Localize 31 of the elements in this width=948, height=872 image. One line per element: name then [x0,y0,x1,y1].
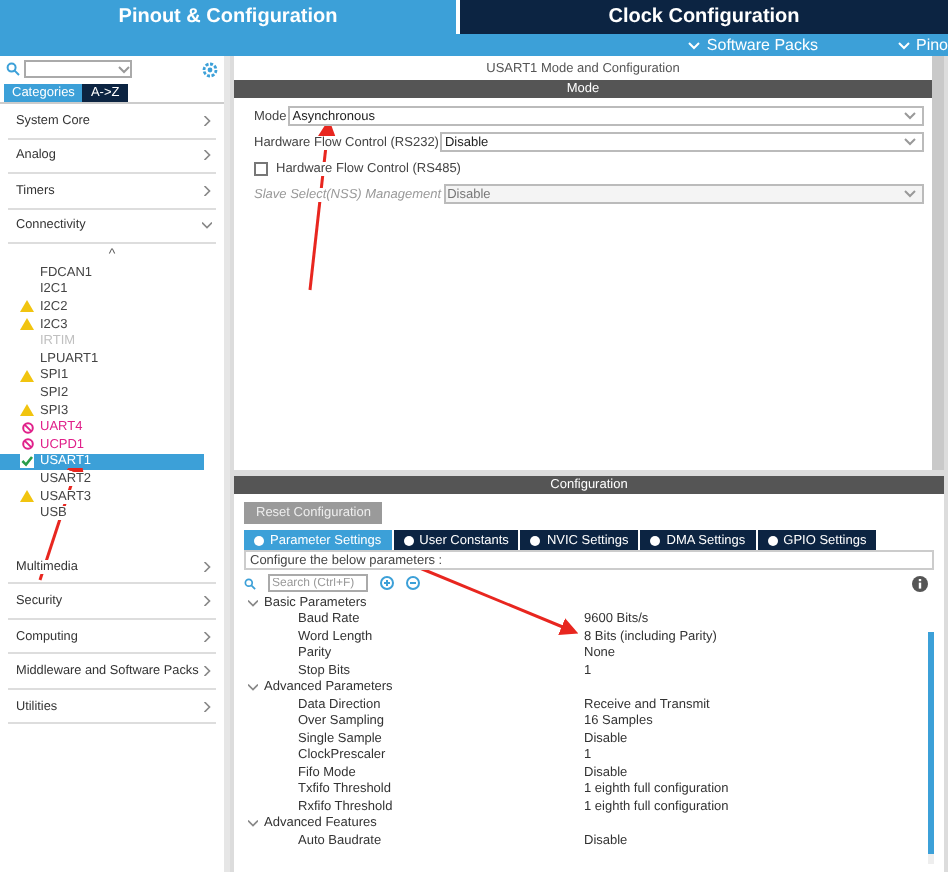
expand-all-icon[interactable] [380,576,394,590]
chevron-right-icon [202,150,212,161]
chevron-down-icon [688,41,701,49]
chevron-down-icon [248,682,258,693]
chevron-right-icon [202,561,212,572]
checkbox[interactable] [254,161,268,175]
caret-icon [904,138,916,146]
chevron-down-icon [897,41,910,49]
chevron-down-icon [202,220,212,231]
search-icon [244,577,256,589]
info-icon[interactable] [912,575,928,591]
chevron-down-icon [248,818,258,829]
search-dropdown[interactable] [24,60,132,78]
chevron-right-icon [202,185,212,196]
blocked-icon [21,438,33,451]
top-tab[interactable]: Clock Configuration [456,0,948,34]
chevron-right-icon [202,631,212,642]
caret-icon [904,190,916,198]
blocked-icon [21,421,33,434]
chevron-right-icon [202,666,212,677]
collapse-all-icon[interactable] [406,576,420,590]
caret-icon [904,112,916,120]
check-icon [20,454,34,469]
chevron-right-icon [202,115,212,126]
gear-icon[interactable] [202,61,218,77]
chevron-right-icon [202,596,212,607]
chevron-down-icon [248,597,258,608]
chevron-right-icon [202,701,212,712]
scrollbar-thumb[interactable] [928,632,934,855]
caret-icon [118,65,130,73]
search-icon [6,62,20,76]
